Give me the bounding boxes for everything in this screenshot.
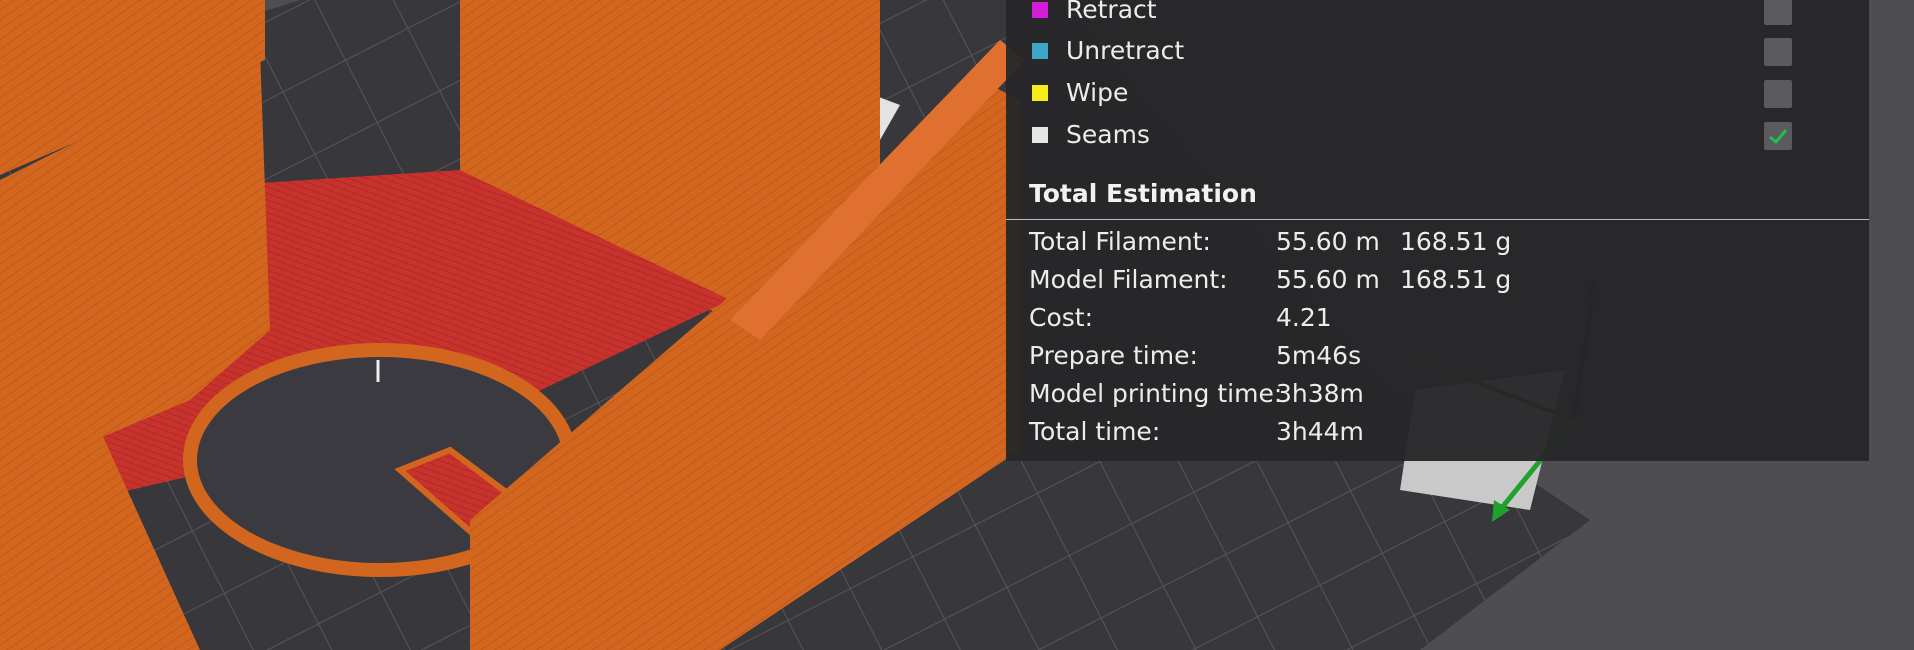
seams-visibility-checkbox[interactable] (1764, 122, 1792, 150)
stat-value-length: 55.60 m (1276, 227, 1380, 256)
stat-model-filament: Model Filament: 55.60 m 168.51 g (1006, 262, 1869, 298)
seams-color-swatch (1032, 127, 1048, 143)
checkmark-icon (1769, 129, 1788, 145)
wipe-color-swatch (1032, 85, 1048, 101)
total-estimation-title: Total Estimation (1029, 179, 1257, 208)
stat-label: Model Filament: (1029, 265, 1228, 294)
legend-item-label: Unretract (1066, 36, 1185, 65)
retract-visibility-checkbox[interactable] (1764, 0, 1792, 25)
section-divider (1006, 219, 1869, 220)
stat-value-length: 55.60 m (1276, 265, 1380, 294)
stat-model-printing-time: Model printing time: 3h38m (1006, 376, 1869, 412)
stat-value-weight: 168.51 g (1400, 265, 1512, 294)
legend-panel: Retract Unretract Wipe Seams Total Estim… (1006, 0, 1869, 461)
stat-total-time: Total time: 3h44m (1006, 414, 1869, 450)
legend-item-label: Wipe (1066, 78, 1129, 107)
legend-item-label: Seams (1066, 120, 1150, 149)
stat-total-filament: Total Filament: 55.60 m 168.51 g (1006, 224, 1869, 260)
legend-item-unretract: Unretract (1006, 33, 1869, 69)
stat-label: Cost: (1029, 303, 1094, 332)
stat-value: 4.21 (1276, 303, 1332, 332)
stat-label: Total Filament: (1029, 227, 1211, 256)
unretract-visibility-checkbox[interactable] (1764, 38, 1792, 66)
stat-value: 5m46s (1276, 341, 1362, 370)
stat-value: 3h38m (1276, 379, 1364, 408)
retract-color-swatch (1032, 2, 1048, 18)
legend-item-seams: Seams (1006, 117, 1869, 153)
stat-label: Total time: (1029, 417, 1161, 446)
stat-label: Model printing time: (1029, 379, 1283, 408)
unretract-color-swatch (1032, 43, 1048, 59)
stat-prepare-time: Prepare time: 5m46s (1006, 338, 1869, 374)
stat-label: Prepare time: (1029, 341, 1198, 370)
stat-cost: Cost: 4.21 (1006, 300, 1869, 336)
stat-value: 3h44m (1276, 417, 1364, 446)
stat-value-weight: 168.51 g (1400, 227, 1512, 256)
legend-item-retract: Retract (1006, 0, 1869, 28)
wipe-visibility-checkbox[interactable] (1764, 80, 1792, 108)
legend-item-wipe: Wipe (1006, 75, 1869, 111)
legend-item-label: Retract (1066, 0, 1157, 24)
